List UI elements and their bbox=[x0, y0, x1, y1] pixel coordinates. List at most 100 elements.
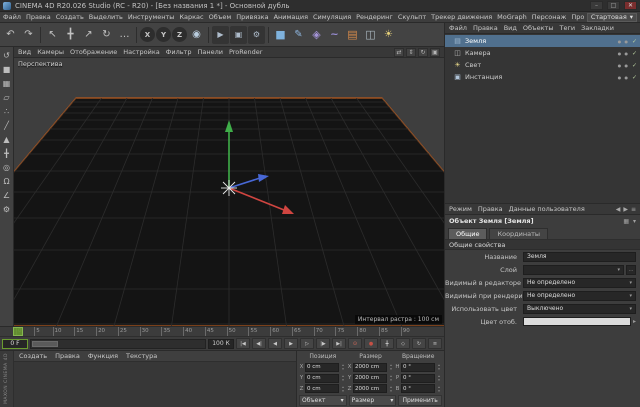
prev-frame-button[interactable]: ◀ bbox=[268, 338, 282, 349]
object-row-instance[interactable]: ▣ Инстанция ● ● ✓ bbox=[445, 71, 640, 83]
visible-render-dropdown[interactable]: Не определено▾ bbox=[523, 291, 636, 301]
record-keyframe-button[interactable]: ⊙ bbox=[348, 338, 362, 349]
add-generator-icon[interactable]: ◈ bbox=[308, 26, 325, 44]
spinner[interactable]: ▴▾ bbox=[436, 385, 442, 393]
add-spline-icon[interactable]: ✎ bbox=[290, 26, 307, 44]
visibility-dots[interactable]: ● ● bbox=[618, 75, 629, 80]
vmenu-options[interactable]: Настройка bbox=[123, 48, 159, 56]
menu-file[interactable]: Файл bbox=[3, 13, 21, 21]
material-list-empty[interactable] bbox=[14, 362, 296, 407]
spinner[interactable]: ▴▾ bbox=[340, 363, 346, 371]
visibility-dots[interactable]: ● ● bbox=[618, 39, 629, 44]
current-frame-marker[interactable] bbox=[13, 327, 23, 336]
current-frame-field[interactable]: 0 F bbox=[2, 339, 28, 349]
undo-icon[interactable]: ↶ bbox=[2, 26, 19, 44]
render-view-icon[interactable]: ▶ bbox=[212, 26, 229, 44]
viewport-3d[interactable]: Перспектива Интервал растра : 100 см bbox=[14, 58, 444, 326]
mat-menu-function[interactable]: Функция bbox=[88, 352, 118, 360]
model-mode-icon[interactable]: ■ bbox=[1, 63, 13, 75]
menu-mograph[interactable]: MoGraph bbox=[497, 13, 527, 21]
record-position-button[interactable]: ╋ bbox=[380, 338, 394, 349]
spinner[interactable]: ▴▾ bbox=[340, 374, 346, 382]
history-back-icon[interactable]: ◀ bbox=[616, 206, 621, 213]
vmenu-prorender[interactable]: ProRender bbox=[229, 48, 262, 56]
am-menu-edit[interactable]: Правка bbox=[478, 205, 503, 213]
enabled-check-icon[interactable]: ✓ bbox=[632, 74, 637, 81]
layer-dropdown[interactable]: ▾ bbox=[523, 265, 624, 275]
rotate-view-icon[interactable]: ↻ bbox=[418, 48, 428, 57]
chevron-down-icon[interactable]: ▾ bbox=[633, 218, 636, 225]
snap-icon[interactable]: Ω bbox=[1, 175, 13, 187]
visibility-dots[interactable]: ● ● bbox=[618, 51, 629, 56]
go-start-button[interactable]: |◀ bbox=[236, 338, 250, 349]
object-mode-dropdown[interactable]: Объект▾ bbox=[299, 395, 347, 406]
vmenu-panel[interactable]: Панели bbox=[197, 48, 223, 56]
autokey-button[interactable]: ● bbox=[364, 338, 378, 349]
rotation-h-input[interactable] bbox=[401, 363, 435, 372]
spinner[interactable]: ▴▾ bbox=[436, 374, 442, 382]
expand-color-icon[interactable]: ▸ bbox=[633, 318, 636, 325]
position-y-input[interactable] bbox=[305, 374, 339, 383]
om-menu-objects[interactable]: Объекты bbox=[523, 24, 554, 32]
redo-icon[interactable]: ↷ bbox=[20, 26, 37, 44]
add-primitive-icon[interactable]: ■ bbox=[272, 26, 289, 44]
apply-button[interactable]: Применить bbox=[398, 395, 442, 406]
mat-menu-create[interactable]: Создать bbox=[19, 352, 47, 360]
menu-create[interactable]: Создать bbox=[56, 13, 84, 21]
close-button[interactable]: ✕ bbox=[624, 1, 637, 10]
record-scale-button[interactable]: ◇ bbox=[396, 338, 410, 349]
coord-system-icon[interactable]: ◉ bbox=[188, 26, 205, 44]
minimize-button[interactable]: – bbox=[590, 1, 603, 10]
menu-pipeline[interactable]: Производственный процесс bbox=[571, 13, 583, 21]
om-menu-view[interactable]: Вид bbox=[504, 24, 517, 32]
om-menu-bookmarks[interactable]: Закладки bbox=[581, 24, 614, 32]
enabled-check-icon[interactable]: ✓ bbox=[632, 38, 637, 45]
lock-y-icon[interactable]: Y bbox=[156, 27, 171, 42]
enabled-check-icon[interactable]: ✓ bbox=[632, 50, 637, 57]
move-tool-icon[interactable]: ╋ bbox=[62, 26, 79, 44]
layout-select[interactable]: Стартовая ▾ bbox=[587, 13, 637, 22]
layer-browse-button[interactable]: … bbox=[626, 265, 636, 275]
maximize-button[interactable]: □ bbox=[607, 1, 620, 10]
menu-snap[interactable]: Привязка bbox=[236, 13, 268, 21]
record-rotation-button[interactable]: ↻ bbox=[412, 338, 426, 349]
toggle-views-icon[interactable]: ▣ bbox=[430, 48, 440, 57]
add-light-icon[interactable]: ☀ bbox=[380, 26, 397, 44]
vmenu-filter[interactable]: Фильтр bbox=[166, 48, 192, 56]
spinner[interactable]: ▴▾ bbox=[340, 385, 346, 393]
add-camera-icon[interactable]: ◫ bbox=[362, 26, 379, 44]
viewport-solo-icon[interactable]: ◎ bbox=[1, 161, 13, 173]
mat-menu-texture[interactable]: Текстура bbox=[126, 352, 157, 360]
render-settings-icon[interactable]: ⚙ bbox=[248, 26, 265, 44]
viewport-label[interactable]: Перспектива bbox=[18, 60, 63, 68]
make-editable-icon[interactable]: ↺ bbox=[1, 49, 13, 61]
rotation-b-input[interactable] bbox=[401, 384, 435, 393]
enabled-check-icon[interactable]: ✓ bbox=[632, 62, 637, 69]
vmenu-view[interactable]: Вид bbox=[18, 48, 31, 56]
add-environment-icon[interactable]: ▤ bbox=[344, 26, 361, 44]
vmenu-cameras[interactable]: Камеры bbox=[37, 48, 64, 56]
spinner[interactable]: ▴▾ bbox=[388, 363, 394, 371]
menu-sculpt[interactable]: Скульпт bbox=[398, 13, 426, 21]
zoom-icon[interactable]: ⇕ bbox=[406, 48, 416, 57]
vmenu-display[interactable]: Отображение bbox=[70, 48, 117, 56]
position-x-input[interactable] bbox=[305, 363, 339, 372]
rotate-tool-icon[interactable]: ↻ bbox=[98, 26, 115, 44]
texture-mode-icon[interactable]: ▦ bbox=[1, 77, 13, 89]
use-color-dropdown[interactable]: Выключено▾ bbox=[523, 304, 636, 314]
pan-icon[interactable]: ⇄ bbox=[394, 48, 404, 57]
display-color-swatch[interactable] bbox=[523, 317, 631, 326]
menu-motion-tracker[interactable]: Трекер движения bbox=[431, 13, 492, 21]
live-selection-icon[interactable]: ↖ bbox=[44, 26, 61, 44]
name-input[interactable] bbox=[523, 252, 636, 262]
visible-editor-dropdown[interactable]: Не определено▾ bbox=[523, 278, 636, 288]
scale-tool-icon[interactable]: ↗ bbox=[80, 26, 97, 44]
quantize-icon[interactable]: ∠ bbox=[1, 189, 13, 201]
menu-volume[interactable]: Объем bbox=[209, 13, 232, 21]
timeline-slider[interactable] bbox=[30, 339, 206, 349]
add-deformer-icon[interactable]: ~ bbox=[326, 26, 343, 44]
am-menu-mode[interactable]: Режим bbox=[449, 205, 472, 213]
enable-axis-icon[interactable]: ╋ bbox=[1, 147, 13, 159]
menu-animate[interactable]: Анимация bbox=[274, 13, 308, 21]
size-y-input[interactable] bbox=[353, 374, 387, 383]
